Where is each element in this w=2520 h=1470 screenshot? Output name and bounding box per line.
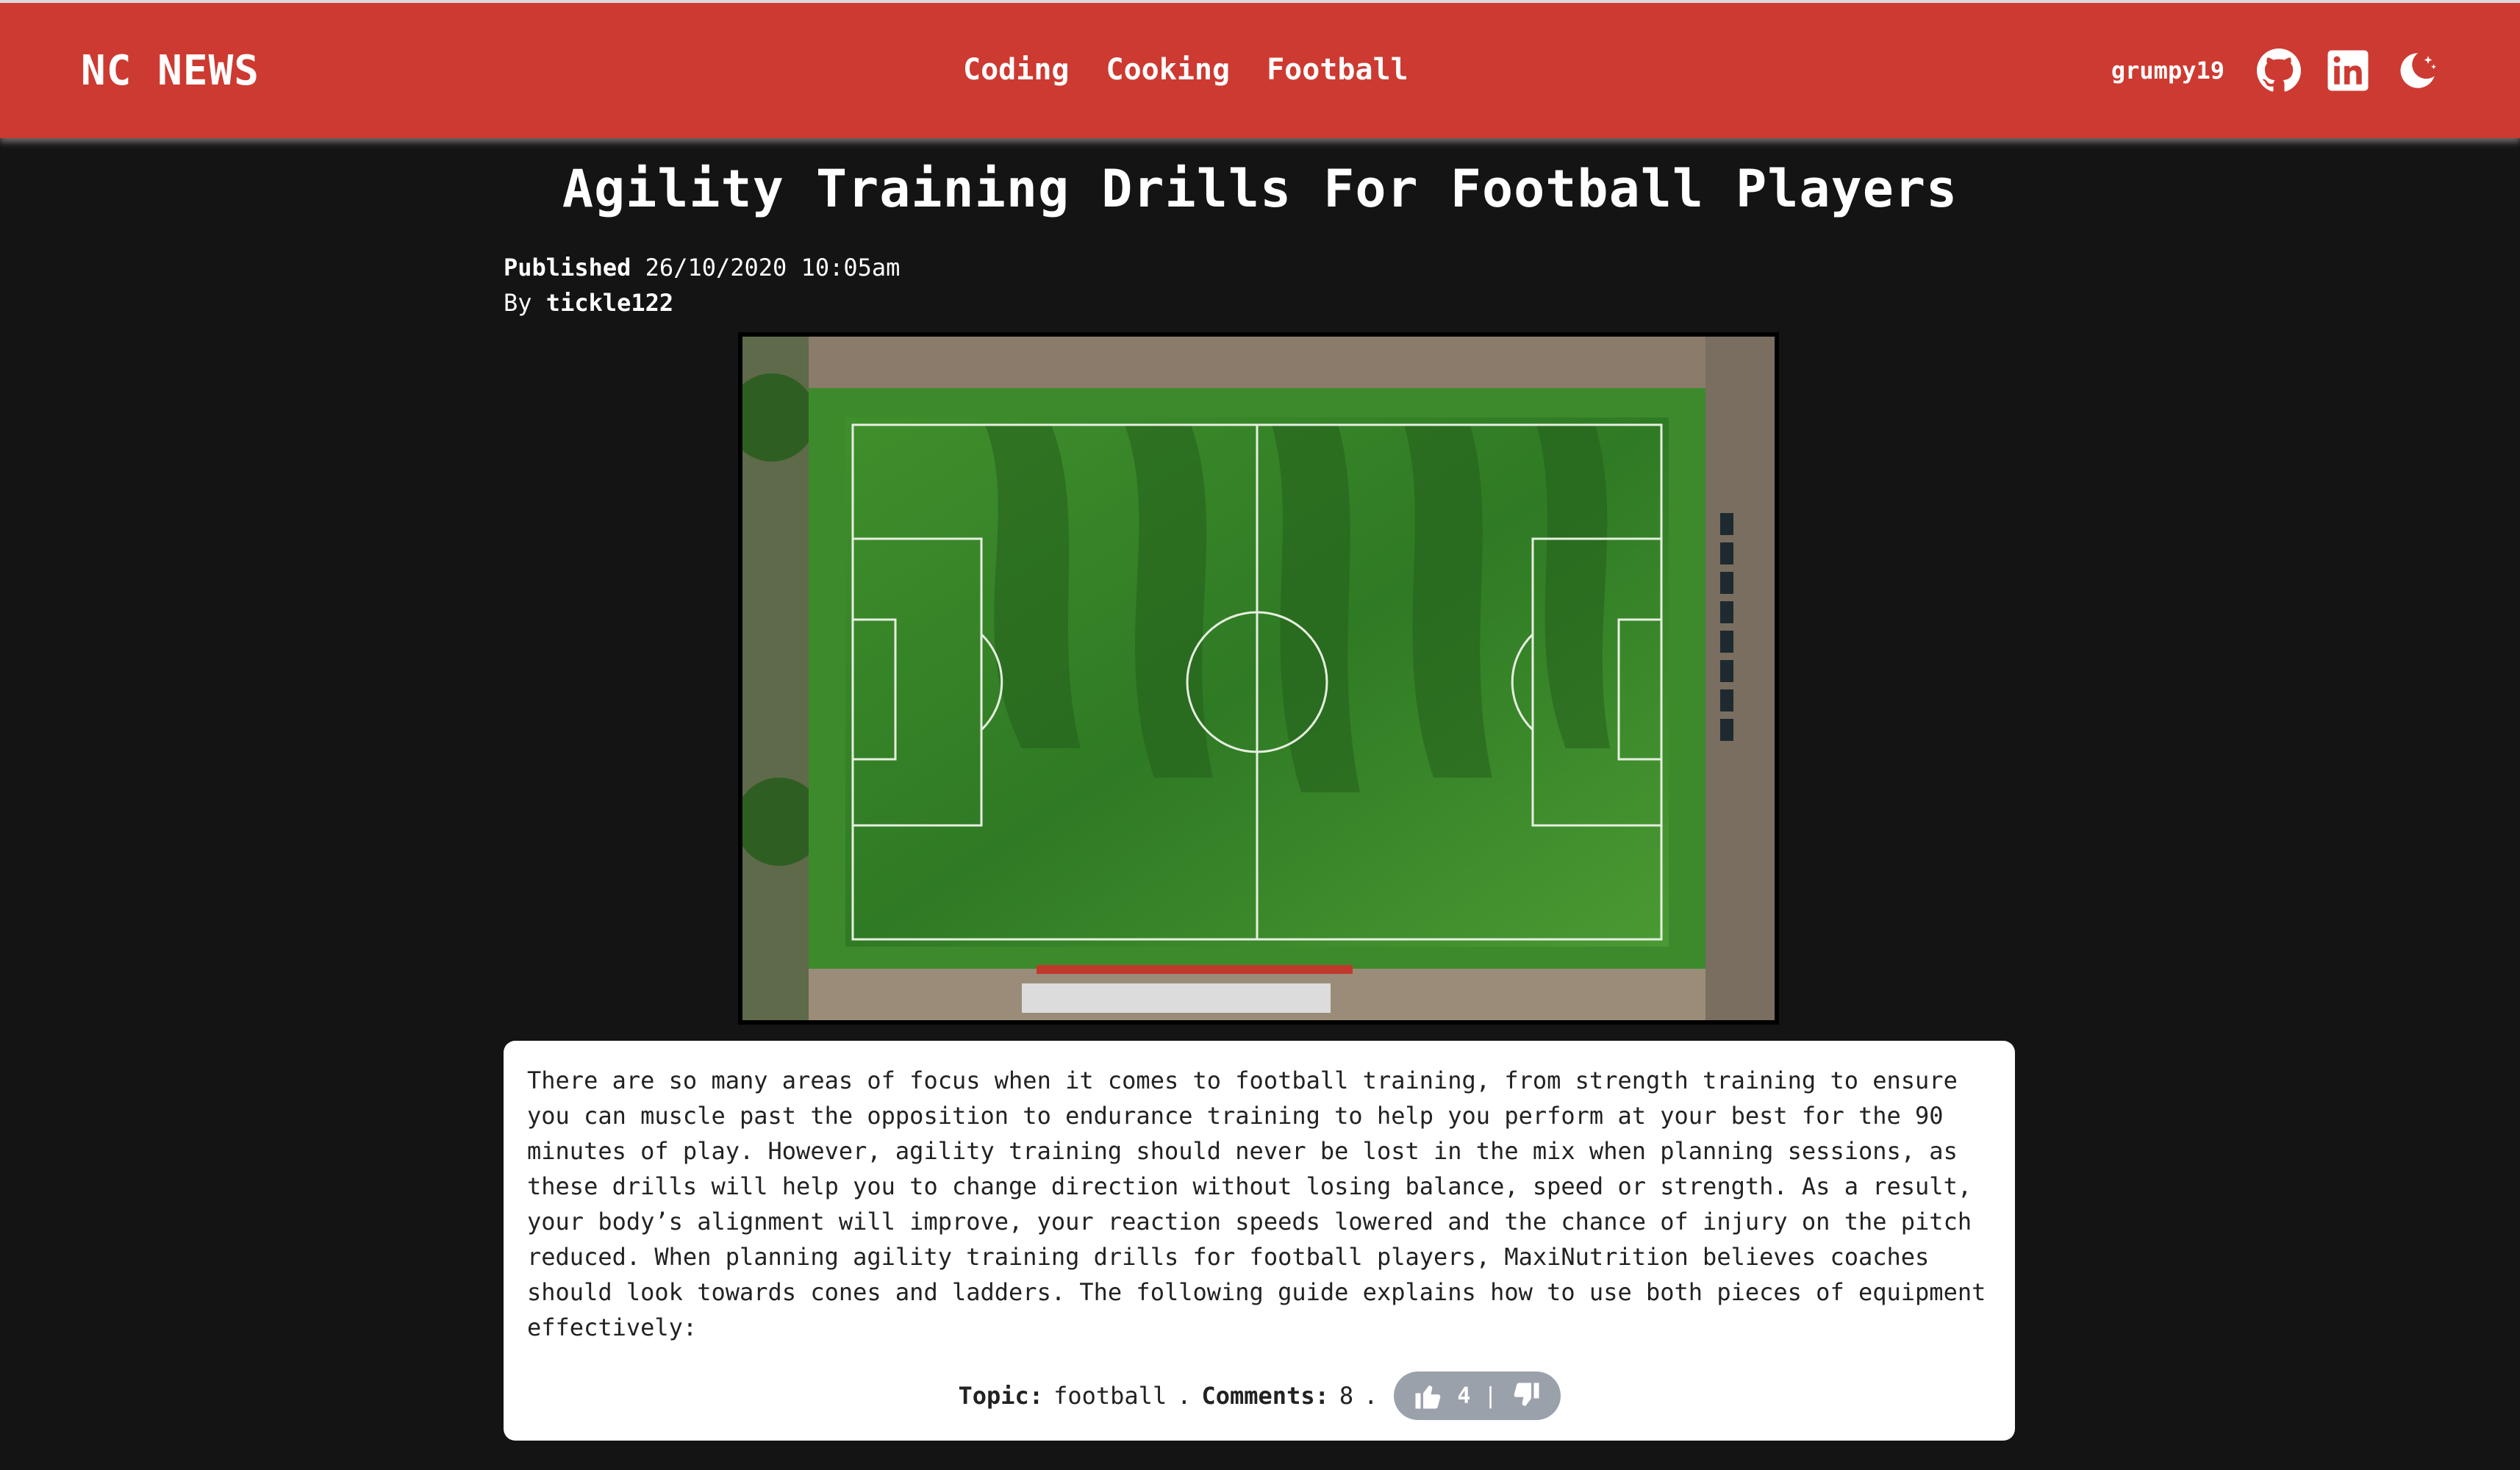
published-line: Published 26/10/2020 10:05am [504, 250, 900, 285]
thumbs-down-icon[interactable] [1511, 1380, 1542, 1411]
nav-link-cooking[interactable]: Cooking [1106, 53, 1231, 87]
linkedin-icon[interactable] [2326, 49, 2370, 93]
vote-count: 4 [1457, 1383, 1471, 1409]
article-image [738, 332, 1779, 1025]
article-card: There are so many areas of focus when it… [504, 1041, 2015, 1441]
dark-mode-icon[interactable] [2395, 49, 2439, 93]
article-body: There are so many areas of focus when it… [527, 1066, 1986, 1341]
github-icon[interactable] [2257, 49, 2301, 93]
nav-link-coding[interactable]: Coding [963, 53, 1070, 87]
comments-label: Comments: [1201, 1382, 1329, 1410]
article-meta: Published 26/10/2020 10:05am By tickle12… [504, 250, 900, 320]
brand-logo[interactable]: NC NEWS [81, 47, 259, 95]
author-line: By tickle122 [504, 285, 900, 320]
article-title: Agility Training Drills For Football Pla… [562, 159, 1958, 219]
article-footer: Topic: football . Comments: 8 . 4 | [504, 1372, 2015, 1420]
nav-link-football[interactable]: Football [1267, 53, 1408, 87]
topic-nav: Coding Cooking Football [963, 53, 1408, 87]
vote-control: 4 | [1394, 1372, 1561, 1420]
published-date: 26/10/2020 10:05am [645, 254, 901, 282]
footer-separator-2: . [1364, 1382, 1378, 1410]
published-label: Published [504, 254, 631, 282]
footer-separator: . [1177, 1382, 1192, 1410]
topic-label: Topic: [958, 1382, 1044, 1410]
username[interactable]: grumpy19 [2111, 57, 2224, 85]
thumbs-up-icon[interactable] [1413, 1380, 1444, 1411]
topic-value[interactable]: football [1053, 1382, 1167, 1410]
comments-count[interactable]: 8 [1339, 1382, 1353, 1410]
user-area: grumpy19 [2111, 49, 2439, 93]
by-label: By [504, 289, 532, 317]
navbar: NC NEWS Coding Cooking Football grumpy19 [0, 3, 2520, 138]
vote-separator: | [1483, 1383, 1497, 1409]
author-name[interactable]: tickle122 [546, 289, 673, 317]
